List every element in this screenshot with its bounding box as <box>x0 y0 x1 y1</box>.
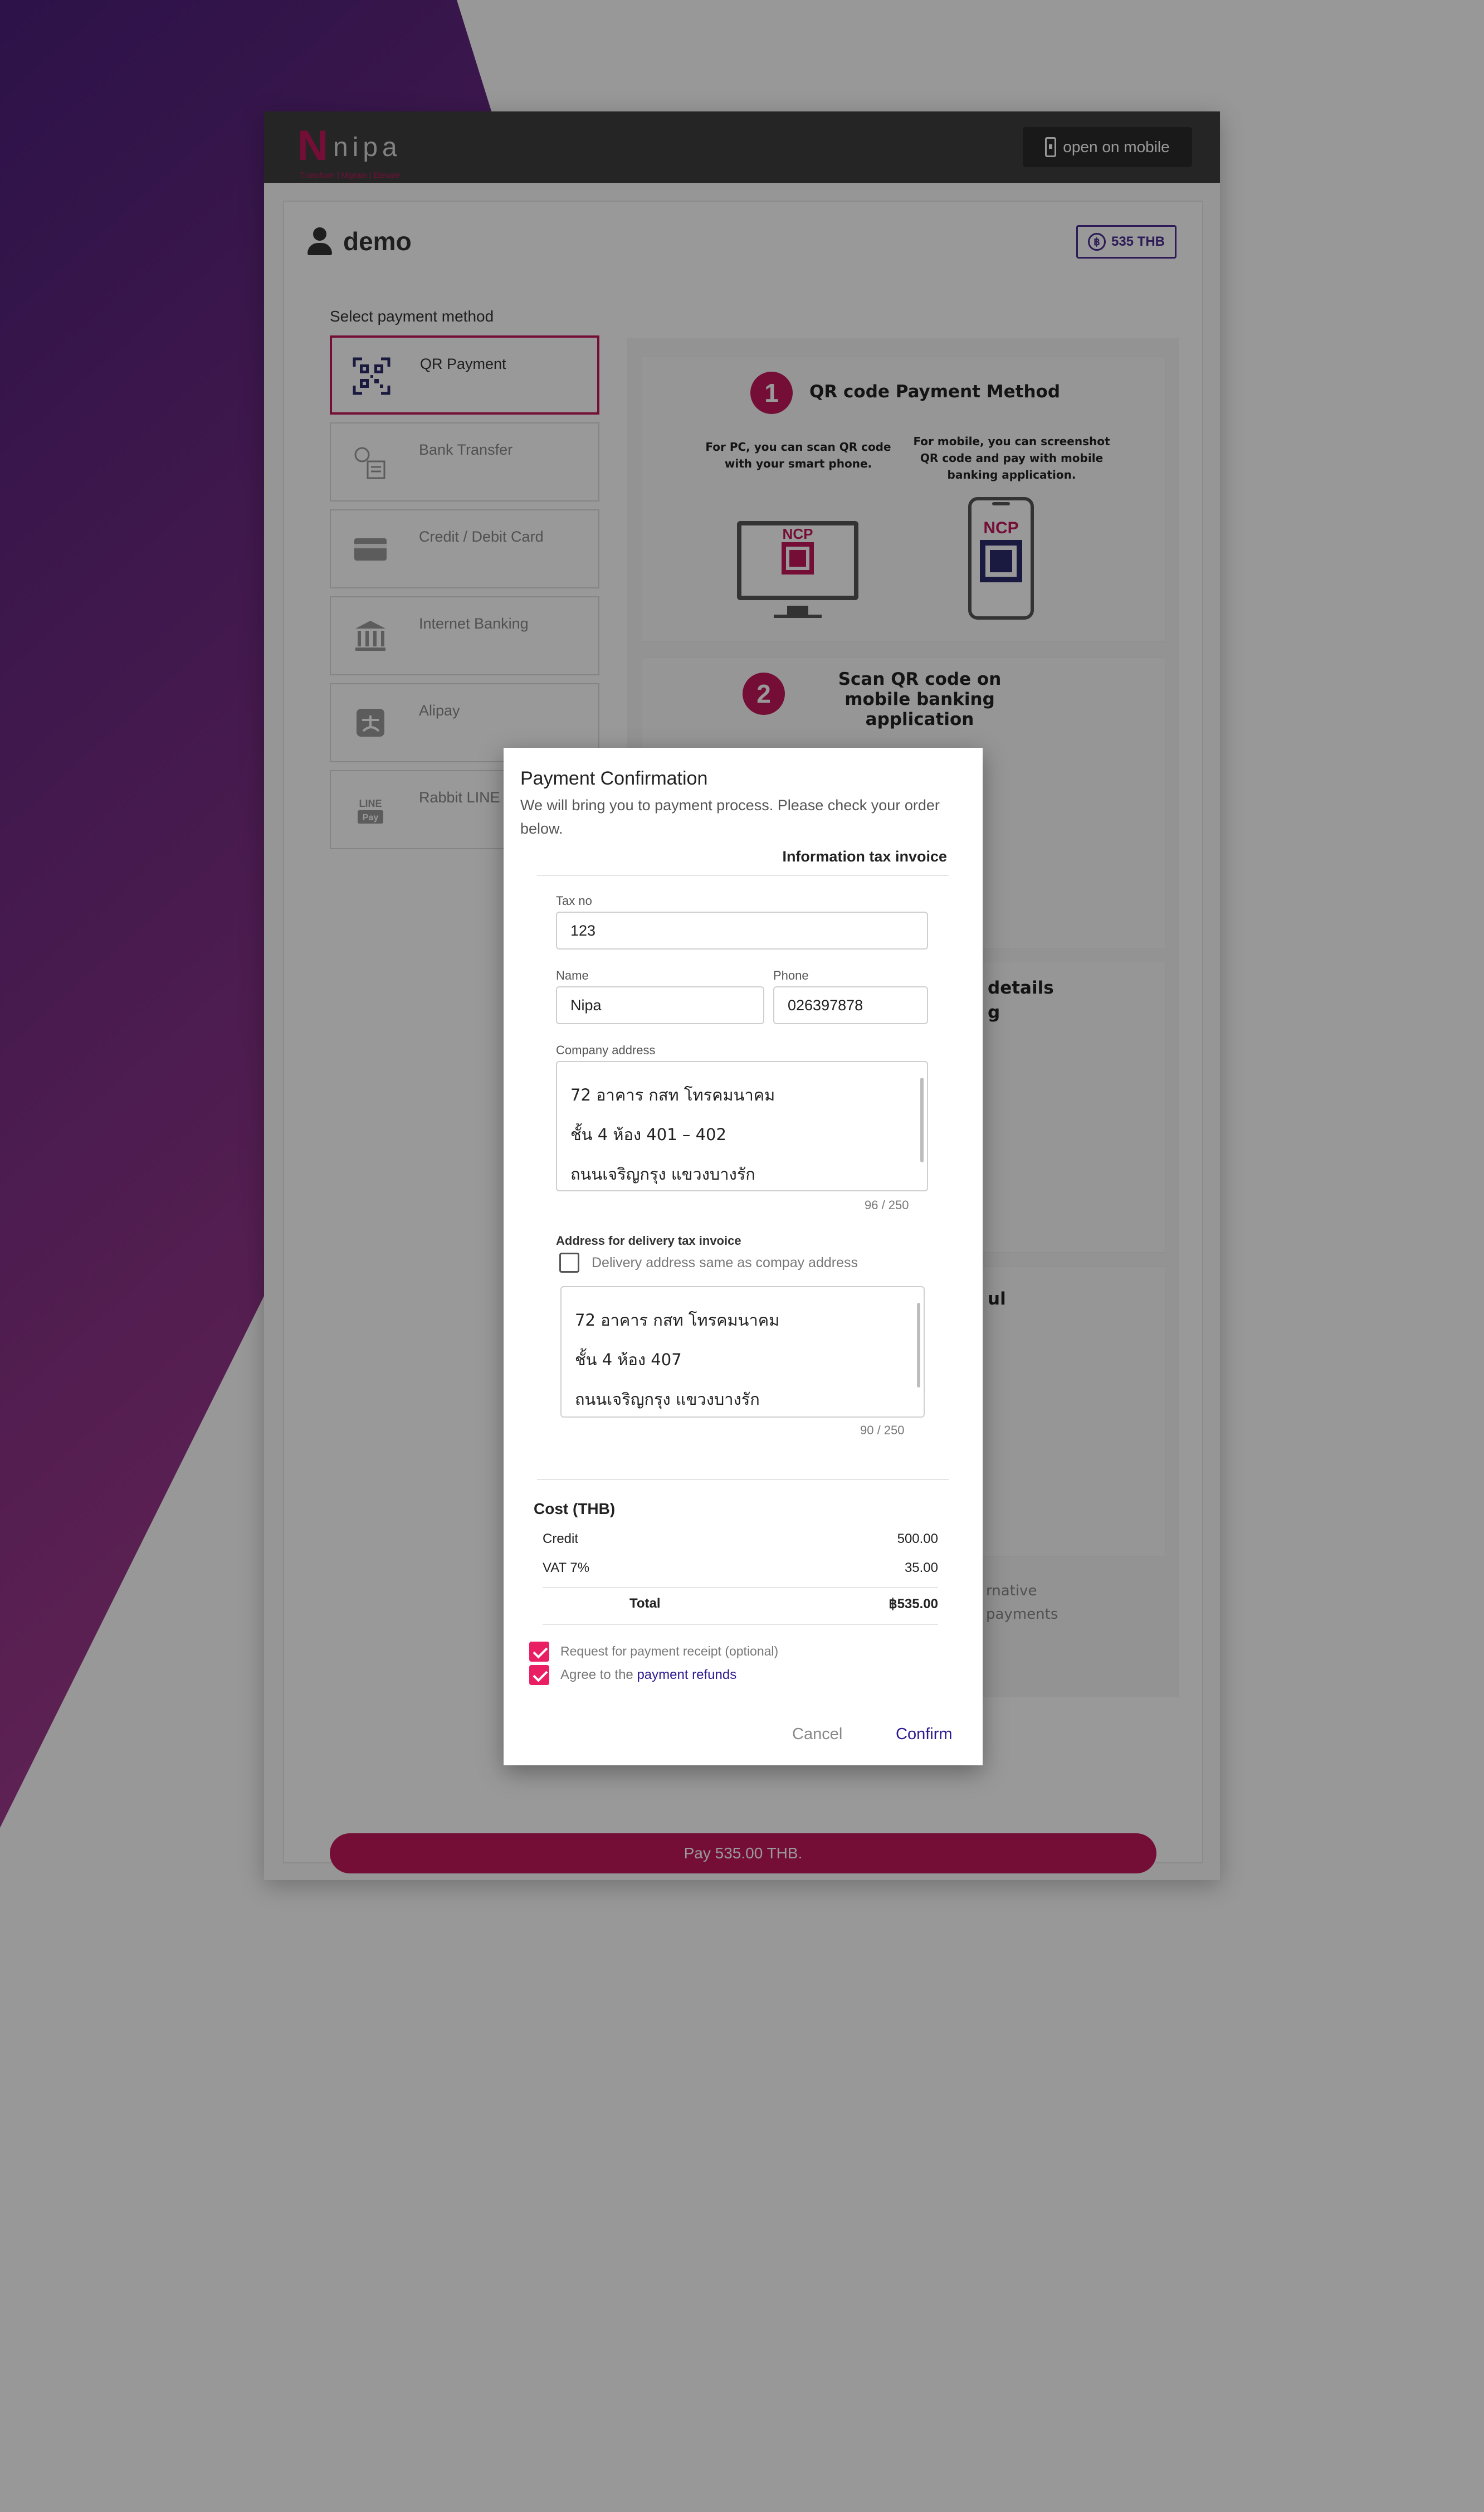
address-line: 72 อาคาร กสท โทรคมนาคม <box>570 1085 775 1104</box>
divider <box>543 1624 938 1625</box>
dialog-title: Payment Confirmation <box>520 768 708 789</box>
confirm-button[interactable]: Confirm <box>896 1725 953 1744</box>
cost-row-credit: Credit 500.00 <box>543 1531 938 1546</box>
payment-refunds-link[interactable]: payment refunds <box>637 1667 736 1682</box>
cost-title: Cost (THB) <box>534 1500 616 1517</box>
address-line: 72 อาคาร กสท โทรคมนาคม <box>575 1311 780 1330</box>
cancel-button[interactable]: Cancel <box>792 1725 842 1744</box>
delivery-same-checkbox[interactable] <box>559 1253 579 1273</box>
cost-row-vat: VAT 7% 35.00 <box>543 1560 938 1575</box>
receipt-label: Request for payment receipt (optional) <box>560 1644 779 1658</box>
company-address-label: Company address <box>556 1043 656 1057</box>
divider <box>543 1587 938 1588</box>
phone-field[interactable]: 026397878 <box>773 986 928 1024</box>
delivery-address-field[interactable]: 72 อาคาร กสท โทรคมนาคม ชั้น 4 ห้อง 407 ถ… <box>560 1286 925 1418</box>
receipt-checkbox[interactable] <box>529 1642 549 1662</box>
name-label: Name <box>556 968 589 982</box>
dialog-subtitle: We will bring you to payment process. Pl… <box>520 797 940 837</box>
company-char-count: 96 / 250 <box>865 1198 909 1212</box>
textarea-scrollbar[interactable] <box>917 1303 920 1388</box>
address-line: ชั้น 4 ห้อง 407 <box>575 1350 682 1369</box>
address-line: ถนนเจริญกรุง แขวงบางรัก <box>570 1165 755 1184</box>
address-line: ชั้น 4 ห้อง 401 – 402 <box>570 1125 726 1144</box>
textarea-scrollbar[interactable] <box>920 1078 924 1162</box>
delivery-same-label: Delivery address same as compay address <box>592 1255 858 1270</box>
name-field[interactable]: Nipa <box>556 986 764 1024</box>
company-address-field[interactable]: 72 อาคาร กสท โทรคมนาคม ชั้น 4 ห้อง 401 –… <box>556 1061 928 1191</box>
divider <box>537 875 949 876</box>
payment-confirmation-dialog: Payment Confirmation We will bring you t… <box>504 748 983 1765</box>
divider <box>537 1479 949 1480</box>
delivery-char-count: 90 / 250 <box>860 1423 905 1437</box>
agree-checkbox[interactable] <box>529 1665 549 1685</box>
phone-label: Phone <box>773 968 809 982</box>
tax-invoice-heading: Information tax invoice <box>782 848 947 865</box>
address-line: ถนนเจริญกรุง แขวงบางรัก <box>575 1390 760 1409</box>
delivery-address-heading: Address for delivery tax invoice <box>556 1234 741 1248</box>
agree-label: Agree to the payment refunds <box>560 1667 737 1682</box>
tax-no-field[interactable]: 123 <box>556 912 928 950</box>
tax-no-label: Tax no <box>556 894 592 908</box>
